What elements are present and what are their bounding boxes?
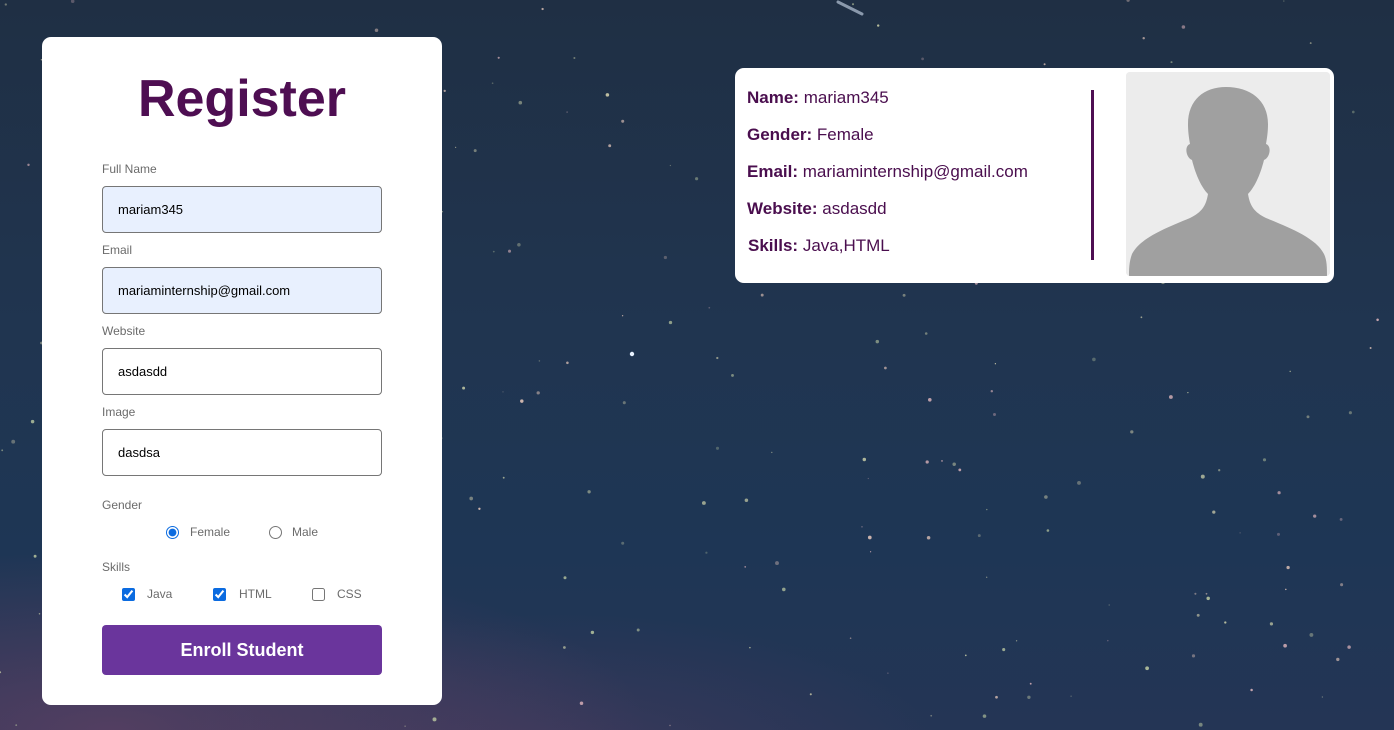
card-name-value: mariam345 <box>803 88 889 107</box>
female-label: Female <box>190 525 231 539</box>
card-name-key: Name: <box>747 88 799 107</box>
enroll-student-button[interactable]: Enroll Student <box>102 625 382 675</box>
gender-label: Gender <box>102 498 143 512</box>
female-radio[interactable] <box>166 525 179 539</box>
register-form: Register Full Name Email Website Image G… <box>42 37 442 705</box>
website-input[interactable] <box>102 348 382 395</box>
skill-option-java[interactable]: Java <box>122 587 172 601</box>
person-silhouette-icon <box>1126 72 1330 276</box>
java-label: Java <box>147 587 173 601</box>
card-website-value: asdasdd <box>822 199 887 218</box>
email-input[interactable] <box>102 267 382 314</box>
html-label: HTML <box>239 587 272 601</box>
card-skills-value: Java,HTML <box>802 236 890 255</box>
website-label: Website <box>102 324 146 338</box>
gender-option-male[interactable]: Male <box>269 525 318 539</box>
image-label: Image <box>102 405 136 419</box>
form-title: Register <box>137 70 347 128</box>
skill-option-css[interactable]: CSS <box>312 587 362 601</box>
card-row-website: Website: asdasdd <box>747 199 887 219</box>
html-checkbox[interactable] <box>213 587 226 601</box>
full-name-label: Full Name <box>102 162 157 176</box>
image-input[interactable] <box>102 429 382 476</box>
card-gender-key: Gender: <box>747 125 813 144</box>
card-row-name: Name: mariam345 <box>747 88 889 108</box>
skill-option-html[interactable]: HTML <box>213 587 272 601</box>
student-card: Name: mariam345 Gender: Female Email: ma… <box>735 68 1334 283</box>
male-radio[interactable] <box>269 525 282 539</box>
skills-label: Skills <box>102 560 131 574</box>
card-row-skills: Skills: Java,HTML <box>748 236 890 256</box>
css-label: CSS <box>337 587 362 601</box>
card-row-email: Email: mariaminternship@gmail.com <box>747 162 1028 182</box>
card-skills-key: Skills: <box>748 236 799 255</box>
card-divider <box>1091 90 1094 260</box>
gender-option-female[interactable]: Female <box>166 525 230 539</box>
css-checkbox[interactable] <box>312 587 325 601</box>
java-checkbox[interactable] <box>122 587 135 601</box>
card-email-value: mariaminternship@gmail.com <box>802 162 1028 181</box>
email-label: Email <box>102 243 133 257</box>
card-email-key: Email: <box>747 162 799 181</box>
avatar <box>1126 72 1330 276</box>
male-label: Male <box>292 525 319 539</box>
card-website-key: Website: <box>747 199 818 218</box>
card-row-gender: Gender: Female <box>747 125 874 145</box>
card-gender-value: Female <box>816 125 874 144</box>
full-name-input[interactable] <box>102 186 382 233</box>
